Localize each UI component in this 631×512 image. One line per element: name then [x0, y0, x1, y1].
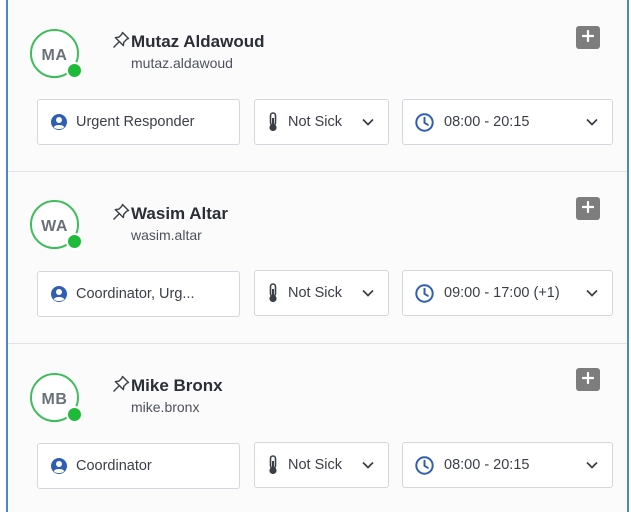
avatar[interactable]: WA — [30, 200, 83, 250]
role-select[interactable]: Urgent Responder — [37, 99, 240, 145]
pin-icon[interactable] — [111, 202, 131, 222]
clock-icon — [415, 455, 434, 475]
pin-icon[interactable] — [111, 30, 131, 50]
chevron-down-icon — [362, 118, 374, 126]
role-select[interactable]: Coordinator — [37, 443, 240, 489]
shift-value: 08:00 - 20:15 — [444, 457, 530, 473]
role-value: Coordinator — [76, 458, 152, 474]
sick-status-select[interactable]: Not Sick — [254, 99, 389, 145]
plus-icon — [581, 371, 595, 389]
online-status-dot — [66, 406, 83, 423]
shift-value: 09:00 - 17:00 (+1) — [444, 285, 560, 301]
member-card: MB Mike Bronx mike.bronx Coordinator Not… — [8, 344, 627, 512]
member-username: mutaz.aldawoud — [131, 55, 233, 71]
member-card: MA Mutaz Aldawoud mutaz.aldawoud Urgent … — [8, 0, 627, 172]
member-name[interactable]: Wasim Altar — [131, 204, 228, 224]
member-card: WA Wasim Altar wasim.altar Coordinator, … — [8, 172, 627, 344]
user-circle-icon — [50, 457, 68, 475]
chevron-down-icon — [362, 461, 374, 469]
role-select[interactable]: Coordinator, Urg... — [37, 271, 240, 317]
thermometer-icon — [267, 455, 279, 475]
clock-icon — [415, 112, 434, 132]
online-status-dot — [66, 233, 83, 250]
plus-icon — [581, 200, 595, 218]
sick-status-value: Not Sick — [288, 457, 342, 473]
user-circle-icon — [50, 285, 68, 303]
shift-value: 08:00 - 20:15 — [444, 114, 530, 130]
add-button[interactable] — [576, 26, 600, 49]
sick-status-select[interactable]: Not Sick — [254, 270, 389, 316]
avatar-initials: MB — [41, 390, 68, 408]
chevron-down-icon — [586, 118, 598, 126]
role-value: Coordinator, Urg... — [76, 286, 195, 302]
team-member-list: MA Mutaz Aldawoud mutaz.aldawoud Urgent … — [6, 0, 629, 512]
member-name[interactable]: Mutaz Aldawoud — [131, 32, 264, 52]
add-button[interactable] — [576, 197, 600, 220]
sick-status-select[interactable]: Not Sick — [254, 442, 389, 488]
member-username: mike.bronx — [131, 399, 200, 415]
shift-select[interactable]: 08:00 - 20:15 — [402, 99, 613, 145]
role-value: Urgent Responder — [76, 114, 195, 130]
sick-status-value: Not Sick — [288, 114, 342, 130]
user-circle-icon — [50, 113, 68, 131]
avatar[interactable]: MB — [30, 373, 83, 423]
thermometer-icon — [267, 283, 279, 303]
avatar-initials: WA — [41, 217, 68, 235]
shift-select[interactable]: 08:00 - 20:15 — [402, 442, 613, 488]
chevron-down-icon — [586, 461, 598, 469]
member-name[interactable]: Mike Bronx — [131, 376, 223, 396]
thermometer-icon — [267, 112, 279, 132]
avatar[interactable]: MA — [30, 29, 83, 79]
sick-status-value: Not Sick — [288, 285, 342, 301]
shift-select[interactable]: 09:00 - 17:00 (+1) — [402, 270, 613, 316]
pin-icon[interactable] — [111, 374, 131, 394]
avatar-initials: MA — [41, 46, 68, 64]
online-status-dot — [66, 62, 83, 79]
add-button[interactable] — [576, 368, 600, 391]
clock-icon — [415, 283, 434, 303]
plus-icon — [581, 29, 595, 47]
chevron-down-icon — [362, 289, 374, 297]
chevron-down-icon — [586, 289, 598, 297]
member-username: wasim.altar — [131, 227, 202, 243]
